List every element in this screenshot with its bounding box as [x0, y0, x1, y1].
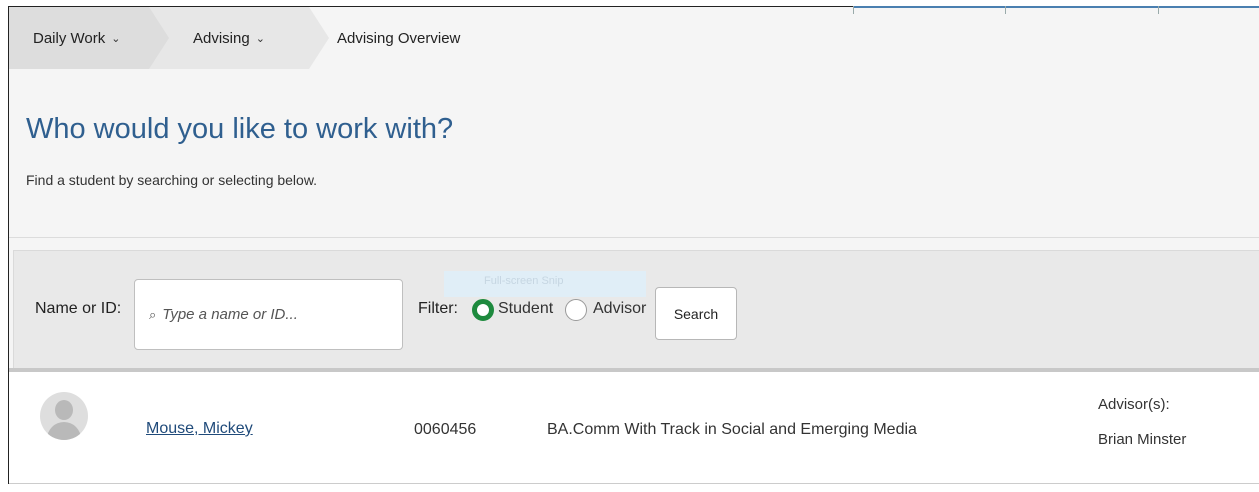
- page-title: Who would you like to work with?: [26, 113, 454, 145]
- name-or-id-label: Name or ID:: [35, 300, 122, 317]
- breadcrumb: Daily Work ⌄ Advising ⌄ Advising Overvie…: [9, 7, 1259, 69]
- breadcrumb-daily-work[interactable]: Daily Work ⌄: [9, 7, 169, 69]
- advisor-radio-label[interactable]: Advisor: [593, 300, 646, 318]
- advisor-radio[interactable]: [565, 299, 587, 321]
- filter-label: Filter:: [418, 300, 458, 317]
- student-name-link[interactable]: Mouse, Mickey: [146, 420, 253, 438]
- chevron-down-icon: ⌄: [111, 32, 121, 45]
- divider: [9, 483, 1259, 484]
- divider: [9, 237, 1259, 238]
- faded-overlay-hint: Full-screen Snip: [444, 271, 646, 297]
- breadcrumb-advising-label: Advising: [193, 29, 250, 47]
- student-radio[interactable]: [472, 299, 494, 321]
- advisor-name: Brian Minster: [1098, 431, 1187, 448]
- student-id: 0060456: [414, 421, 477, 438]
- list-item: Mouse, Mickey 0060456 BA.Comm With Track…: [9, 372, 1259, 484]
- search-icon: ⌕: [149, 306, 157, 322]
- page-subtitle: Find a student by searching or selecting…: [26, 172, 318, 188]
- search-field[interactable]: ⌕: [134, 279, 403, 350]
- student-program: BA.Comm With Track in Social and Emergin…: [547, 421, 917, 438]
- student-radio-label[interactable]: Student: [498, 300, 553, 318]
- search-button[interactable]: Search: [655, 287, 737, 340]
- search-panel: Name or ID: ⌕ Full-screen Snip Filter: S…: [13, 250, 1259, 368]
- breadcrumb-current: Advising Overview: [309, 7, 460, 69]
- breadcrumb-daily-work-label: Daily Work: [33, 29, 106, 47]
- advisor-label: Advisor(s):: [1098, 396, 1170, 413]
- breadcrumb-advising[interactable]: Advising ⌄: [149, 7, 329, 69]
- search-input[interactable]: [162, 306, 373, 323]
- breadcrumb-current-label: Advising Overview: [337, 29, 461, 47]
- chevron-down-icon: ⌄: [255, 32, 265, 45]
- avatar: [40, 392, 88, 440]
